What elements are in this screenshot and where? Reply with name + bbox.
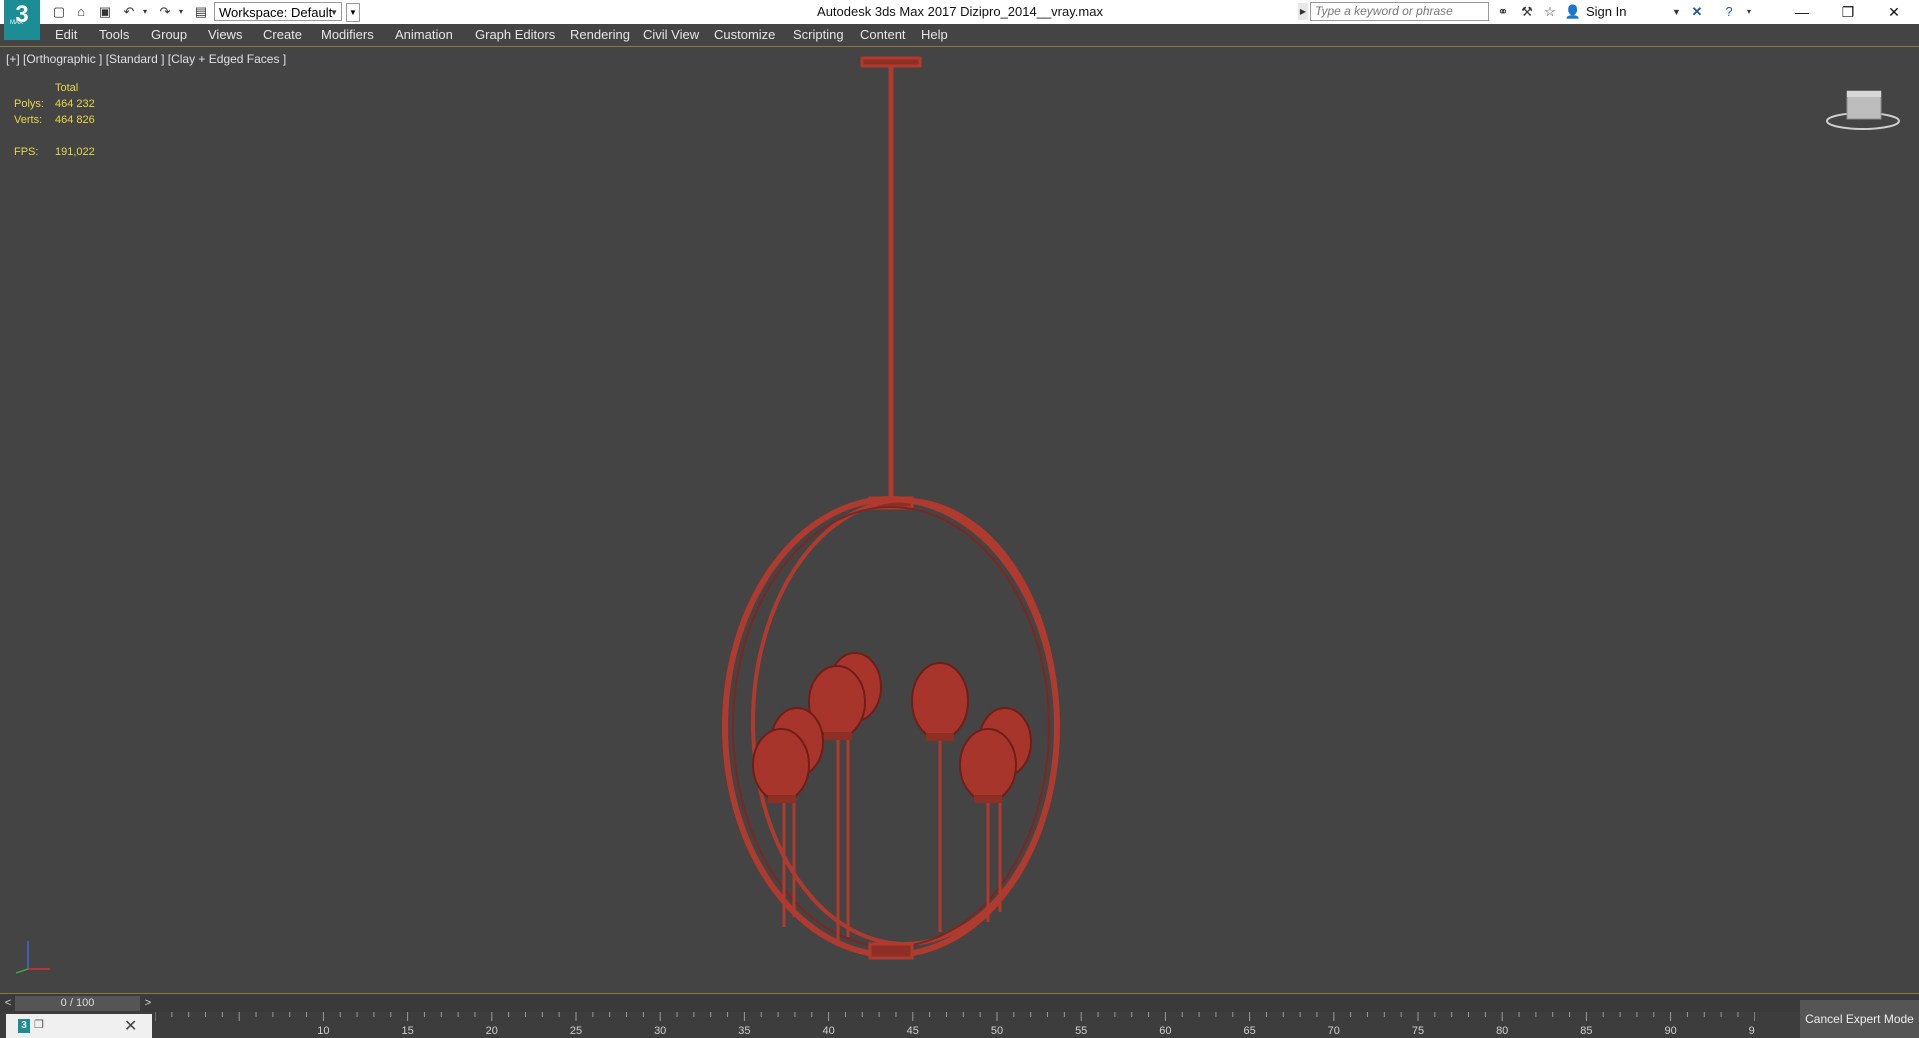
menu-edit[interactable]: Edit bbox=[55, 24, 77, 46]
menu-modifiers[interactable]: Modifiers bbox=[321, 24, 374, 46]
project-folder-icon[interactable]: ▤ bbox=[192, 3, 210, 21]
ruler-tick-label: 90 bbox=[1664, 1025, 1676, 1037]
favorites-star-icon[interactable]: ☆ bbox=[1541, 3, 1559, 21]
minimize-button[interactable]: — bbox=[1780, 0, 1824, 24]
app-logo-subtext: MAX bbox=[10, 20, 24, 26]
stats-fps-label: FPS: bbox=[14, 146, 39, 158]
customize-quick-access-icon[interactable]: ▼ bbox=[346, 3, 360, 22]
help-icon[interactable]: ? bbox=[1720, 3, 1738, 21]
time-slider-bar: < 0 / 100 > bbox=[0, 993, 1919, 1013]
ruler-tick-label: 35 bbox=[738, 1025, 750, 1037]
ruler-tick-label: 60 bbox=[1159, 1025, 1171, 1037]
chevron-down-icon: ▼ bbox=[330, 8, 338, 17]
help-dropdown-icon[interactable]: ▾ bbox=[1740, 3, 1758, 21]
shade-cup bbox=[974, 795, 1002, 803]
time-slider[interactable]: 0 / 100 bbox=[15, 996, 140, 1011]
bottom-joint bbox=[868, 942, 914, 960]
stats-polys-label: Polys: bbox=[14, 98, 44, 110]
ruler-tick-label: 30 bbox=[654, 1025, 666, 1037]
ruler-tick-label: 65 bbox=[1243, 1025, 1255, 1037]
orthographic-viewport[interactable]: [+] [Orthographic ] [Standard ] [Clay + … bbox=[0, 47, 1919, 993]
menu-group[interactable]: Group bbox=[151, 24, 187, 46]
app-logo-icon[interactable]: 3 MAX bbox=[4, 0, 40, 40]
window-title: Autodesk 3ds Max 2017 Dizipro_2014__vray… bbox=[817, 4, 1103, 19]
menu-animation[interactable]: Animation bbox=[395, 24, 453, 46]
redo-dropdown-icon[interactable]: ▾ bbox=[172, 3, 190, 21]
ruler-tick-label: 75 bbox=[1412, 1025, 1424, 1037]
stats-polys-value: 464 232 bbox=[55, 98, 95, 110]
binoculars-icon[interactable]: ⚭ bbox=[1494, 3, 1512, 21]
chevron-down-icon[interactable]: ▼ bbox=[1672, 0, 1681, 24]
viewcube-icon[interactable] bbox=[1825, 87, 1901, 133]
menu-graph-editors[interactable]: Graph Editors bbox=[475, 24, 555, 46]
shade-cup bbox=[824, 732, 852, 740]
track-bar[interactable]: 3 ❐ ✕ 10 15 20 25 30 35 40 45 50 55 60 65 70 75 80 85 90… bbox=[0, 1012, 1919, 1038]
chandelier-model[interactable] bbox=[700, 47, 1080, 967]
canopy bbox=[860, 56, 922, 68]
stats-verts-value: 464 826 bbox=[55, 114, 95, 126]
next-frame-button[interactable]: > bbox=[142, 996, 154, 1011]
close-button[interactable]: ✕ bbox=[1872, 0, 1916, 24]
workspace-label: Workspace: Default bbox=[219, 5, 333, 20]
communication-center-icon[interactable]: ⚒ bbox=[1518, 3, 1536, 21]
menu-scripting[interactable]: Scripting bbox=[793, 24, 844, 46]
cancel-expert-mode-button[interactable]: Cancel Expert Mode bbox=[1800, 1000, 1919, 1038]
ruler-tick-label: 50 bbox=[991, 1025, 1003, 1037]
sign-in-link[interactable]: Sign In bbox=[1586, 0, 1626, 24]
search-input[interactable]: Type a keyword or phrase bbox=[1310, 2, 1489, 21]
ruler-tick-label: 45 bbox=[907, 1025, 919, 1037]
menu-views[interactable]: Views bbox=[208, 24, 242, 46]
ruler-tick-label: 55 bbox=[1075, 1025, 1087, 1037]
restore-small-icon: ❐ bbox=[34, 1019, 44, 1031]
menu-help[interactable]: Help bbox=[921, 24, 948, 46]
previous-frame-button[interactable]: < bbox=[2, 996, 14, 1011]
new-file-icon[interactable]: ▢ bbox=[50, 3, 68, 21]
app-small-icon: 3 bbox=[18, 1019, 30, 1033]
viewport-label-menu[interactable]: [+] [Orthographic ] [Standard ] [Clay + … bbox=[6, 52, 286, 66]
menu-content[interactable]: Content bbox=[860, 24, 906, 46]
shade-cup bbox=[926, 733, 954, 741]
stats-verts-label: Verts: bbox=[14, 114, 43, 126]
stats-total-label: Total bbox=[55, 82, 79, 94]
glass-shade bbox=[959, 728, 1017, 802]
undo-dropdown-icon[interactable]: ▾ bbox=[136, 3, 154, 21]
menu-customize[interactable]: Customize bbox=[714, 24, 775, 46]
ruler-tick-label: 10 bbox=[317, 1025, 329, 1037]
workspace-dropdown[interactable]: Workspace: Default ▼ bbox=[214, 2, 342, 21]
user-icon: 👤 bbox=[1564, 4, 1582, 19]
axis-tripod-icon bbox=[15, 941, 50, 974]
ruler-tick-label: 80 bbox=[1496, 1025, 1508, 1037]
close-icon[interactable]: ✕ bbox=[124, 1016, 137, 1036]
ruler-tick-label: 15 bbox=[401, 1025, 413, 1037]
stats-fps-value: 191,022 bbox=[55, 146, 95, 158]
menu-rendering[interactable]: Rendering bbox=[570, 24, 630, 46]
ruler-tick-label: 70 bbox=[1328, 1025, 1340, 1037]
restore-button[interactable]: ❐ bbox=[1826, 0, 1870, 24]
ruler-tick-label: 25 bbox=[570, 1025, 582, 1037]
search-expand-icon[interactable]: ▶ bbox=[1298, 3, 1308, 20]
title-bar: 3 MAX ▢ ⌂ ▣ ↶ ▾ ↷ ▾ ▤ Workspace: Default… bbox=[0, 0, 1919, 40]
frame-ruler[interactable]: 101520253035404550556065707580859095100 bbox=[155, 1012, 1755, 1038]
open-file-icon[interactable]: ⌂ bbox=[72, 3, 90, 21]
glass-shade bbox=[752, 728, 810, 802]
ruler-tick-label: 20 bbox=[486, 1025, 498, 1037]
shade-cup bbox=[768, 795, 796, 803]
menu-bar: Edit Tools Group Views Create Modifiers … bbox=[0, 24, 1919, 47]
ruler-tick-label: 85 bbox=[1580, 1025, 1592, 1037]
menu-create[interactable]: Create bbox=[263, 24, 302, 46]
ruler-tick-label: 40 bbox=[822, 1025, 834, 1037]
menu-civil-view[interactable]: Civil View bbox=[643, 24, 699, 46]
glass-shade bbox=[911, 662, 969, 740]
menu-tools[interactable]: Tools bbox=[99, 24, 129, 46]
save-file-icon[interactable]: ▣ bbox=[96, 3, 114, 21]
taskbar-preview[interactable]: 3 ❐ ✕ bbox=[6, 1014, 152, 1038]
ruler-tick-label: 95 bbox=[1749, 1025, 1755, 1037]
exchange-apps-icon[interactable]: ✕ bbox=[1688, 3, 1706, 21]
